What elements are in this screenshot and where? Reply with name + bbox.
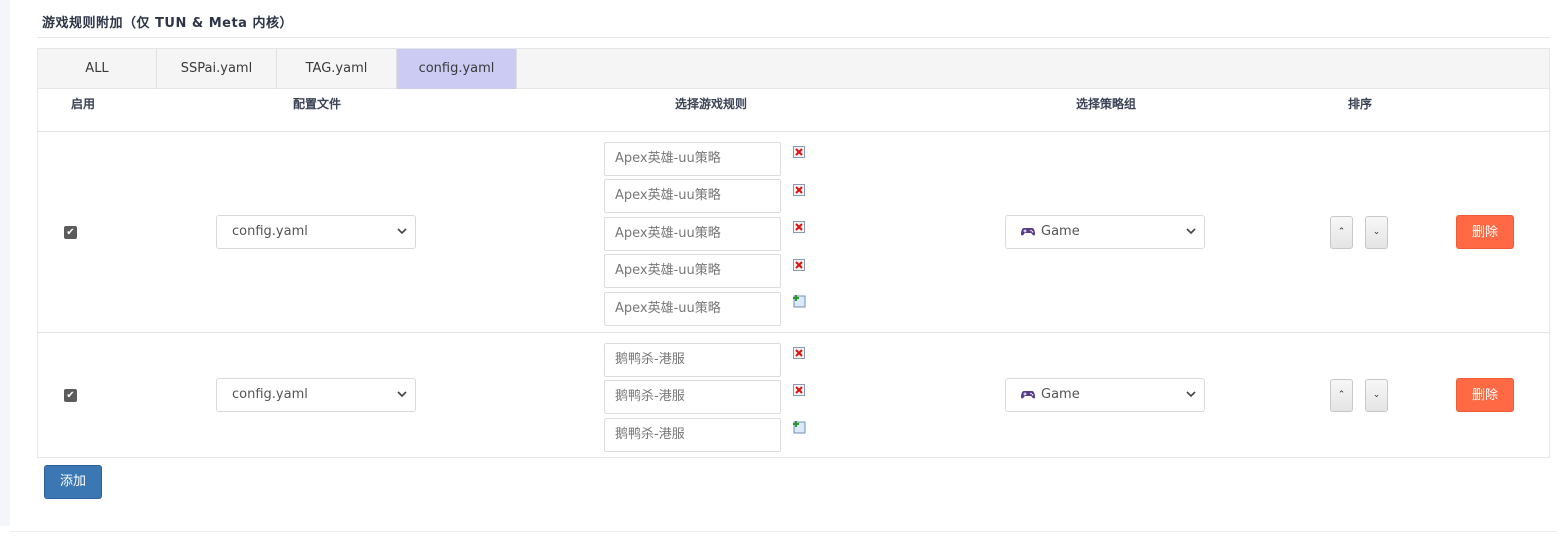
- game-rule-input[interactable]: Apex英雄-uu策略: [604, 179, 781, 213]
- add-rule-icon[interactable]: [792, 294, 806, 308]
- config-file-select[interactable]: config.yaml: [216, 215, 416, 249]
- remove-rule-icon[interactable]: [792, 145, 806, 159]
- left-strip: [0, 0, 10, 526]
- header-sort: 排序: [1347, 97, 1373, 111]
- header-policy-group: 选择策略组: [1075, 97, 1137, 111]
- table-header: 启用 配置文件 选择游戏规则 选择策略组 排序: [38, 89, 1549, 132]
- gamepad-icon: [1021, 228, 1035, 236]
- game-rule-input[interactable]: 鹅鸭杀-港服: [604, 343, 781, 377]
- remove-rule-icon[interactable]: [792, 383, 806, 397]
- config-file-select[interactable]: config.yaml: [216, 378, 416, 412]
- remove-rule-icon[interactable]: [792, 346, 806, 360]
- add-rule-icon[interactable]: [792, 420, 806, 434]
- delete-button[interactable]: 删除: [1456, 378, 1514, 412]
- remove-rule-icon[interactable]: [792, 183, 806, 197]
- config-tabs: ALL SSPai.yaml TAG.yaml config.yaml: [38, 49, 1549, 89]
- header-enable: 启用: [70, 97, 96, 111]
- policy-group-select[interactable]: Game: [1005, 378, 1205, 412]
- header-config-file: 配置文件: [292, 97, 342, 111]
- policy-group-value: Game: [1041, 387, 1080, 402]
- tab-all[interactable]: ALL: [38, 49, 157, 89]
- move-up-button[interactable]: ⌃: [1330, 379, 1353, 412]
- chevron-down-icon: [1186, 228, 1196, 235]
- section-title: 游戏规则附加（仅 TUN & Meta 内核）: [42, 16, 293, 31]
- chevron-down-icon: [397, 228, 407, 235]
- rules-panel: ALL SSPai.yaml TAG.yaml config.yaml 启用 配…: [37, 48, 1550, 458]
- game-rule-input[interactable]: Apex英雄-uu策略: [604, 254, 781, 288]
- remove-rule-icon[interactable]: [792, 258, 806, 272]
- config-file-value: config.yaml: [232, 224, 308, 239]
- add-button[interactable]: 添加: [44, 465, 102, 499]
- tab-sspai[interactable]: SSPai.yaml: [157, 49, 277, 89]
- game-rule-input[interactable]: 鹅鸭杀-港服: [604, 380, 781, 414]
- enable-checkbox[interactable]: ✔: [64, 389, 77, 402]
- policy-group-select[interactable]: Game: [1005, 215, 1205, 249]
- game-rule-input[interactable]: Apex英雄-uu策略: [604, 292, 781, 326]
- tab-tag[interactable]: TAG.yaml: [277, 49, 397, 89]
- bottom-divider: [10, 531, 1557, 532]
- tab-config[interactable]: config.yaml: [397, 49, 517, 89]
- remove-rule-icon[interactable]: [792, 220, 806, 234]
- header-game-rules: 选择游戏规则: [674, 97, 748, 111]
- game-rule-input[interactable]: 鹅鸭杀-港服: [604, 418, 781, 452]
- move-up-button[interactable]: ⌃: [1330, 216, 1353, 249]
- delete-button[interactable]: 删除: [1456, 215, 1514, 249]
- game-rule-input[interactable]: Apex英雄-uu策略: [604, 142, 781, 176]
- enable-checkbox[interactable]: ✔: [64, 226, 77, 239]
- policy-group-value: Game: [1041, 224, 1080, 239]
- row-divider: [38, 332, 1549, 333]
- config-file-value: config.yaml: [232, 387, 308, 402]
- chevron-down-icon: [1186, 391, 1196, 398]
- chevron-down-icon: [397, 391, 407, 398]
- divider: [37, 37, 1550, 38]
- move-down-button[interactable]: ⌄: [1365, 379, 1388, 412]
- move-down-button[interactable]: ⌄: [1365, 216, 1388, 249]
- game-rule-input[interactable]: Apex英雄-uu策略: [604, 217, 781, 251]
- gamepad-icon: [1021, 391, 1035, 399]
